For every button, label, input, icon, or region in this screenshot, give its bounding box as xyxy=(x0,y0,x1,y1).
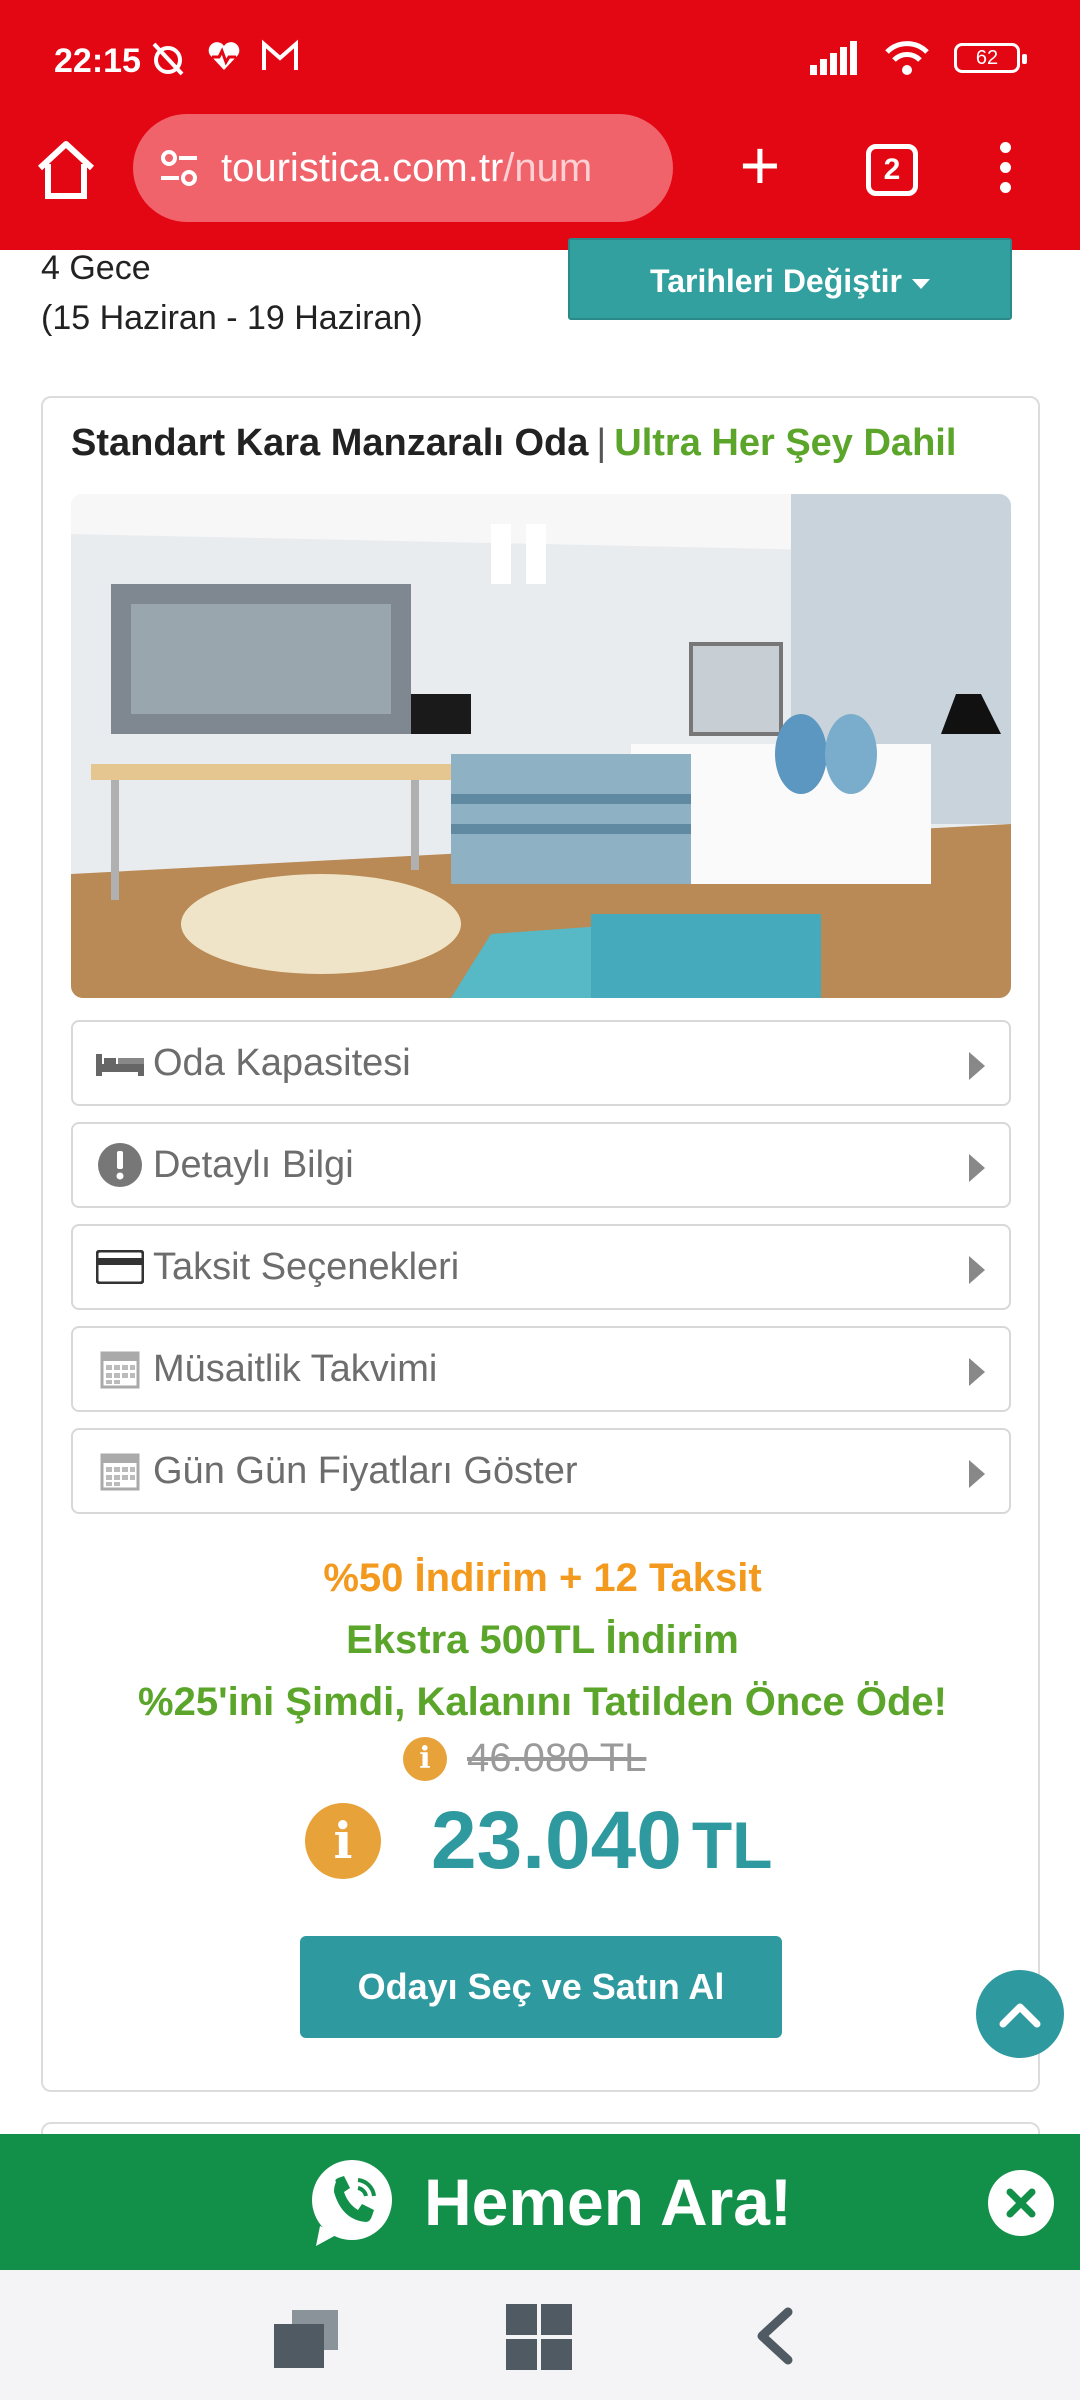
room-title: Standart Kara Manzaralı Oda | Ultra Her Şe… xyxy=(71,422,956,465)
url-path: /num xyxy=(503,145,593,190)
room-photo[interactable] xyxy=(71,494,1011,998)
new-tab-button[interactable]: + xyxy=(730,130,790,202)
alarm-off-icon xyxy=(152,42,184,76)
accordion-daily-prices[interactable]: Gün Gün Fiyatları Göster xyxy=(71,1428,1011,1514)
change-dates-button[interactable]: Tarihleri Değiştir xyxy=(568,238,1012,320)
caret-right-icon xyxy=(969,1052,985,1080)
room-name: Standart Kara Manzaralı Oda xyxy=(71,422,589,464)
bed-icon xyxy=(93,1043,147,1083)
site-settings-icon[interactable] xyxy=(157,146,201,190)
accordion-label: Taksit Seçenekleri xyxy=(153,1245,460,1288)
exclamation-icon xyxy=(93,1143,147,1187)
home-nav-icon[interactable] xyxy=(504,2302,574,2372)
promo-extra-discount: Ekstra 500TL İndirim xyxy=(346,1618,739,1662)
back-icon[interactable] xyxy=(752,2306,796,2366)
caret-right-icon xyxy=(969,1154,985,1182)
home-icon[interactable] xyxy=(30,134,102,206)
price-value: 23.040 xyxy=(431,1795,682,1886)
url-text: touristica.com.tr/num xyxy=(221,146,592,191)
address-bar[interactable]: touristica.com.tr/num xyxy=(133,114,673,222)
system-nav-bar xyxy=(0,2270,1080,2400)
caret-right-icon xyxy=(969,1358,985,1386)
promo-payment-plan: %25'ini Şimdi, Kalanını Tatilden Önce Öd… xyxy=(138,1680,947,1724)
notification-icons xyxy=(148,38,300,78)
call-now-label: Hemen Ara! xyxy=(424,2165,792,2239)
wifi-icon xyxy=(885,41,929,75)
accordion-label: Detaylı Bilgi xyxy=(153,1143,354,1186)
chevron-up-icon xyxy=(999,2003,1041,2028)
caret-right-icon xyxy=(969,1256,985,1284)
close-icon xyxy=(1006,2188,1036,2218)
call-now-bar[interactable]: Hemen Ara! xyxy=(0,2134,1080,2270)
browser-toolbar: touristica.com.tr/num + 2 xyxy=(0,112,1080,232)
board-type: Ultra Her Şey Dahil xyxy=(614,422,957,464)
stay-info: 4 Gece (15 Haziran - 19 Haziran) xyxy=(41,243,423,343)
current-price: 23.040 TL xyxy=(431,1794,772,1888)
title-separator: | xyxy=(596,422,607,464)
old-price-row: i 46.080 TL xyxy=(403,1736,646,1781)
phone-call-icon xyxy=(312,2160,392,2246)
current-price-row: i 23.040 TL xyxy=(305,1794,772,1888)
price-currency: TL xyxy=(691,1808,773,1882)
gmail-icon xyxy=(262,39,298,70)
calendar-icon xyxy=(93,1451,147,1491)
room-card: Standart Kara Manzaralı Oda | Ultra Her Şe… xyxy=(41,396,1040,2092)
url-domain: touristica.com.tr xyxy=(221,145,504,190)
change-dates-label: Tarihleri Değiştir xyxy=(650,263,902,299)
status-bar: 22:15 62 xyxy=(0,0,1080,120)
accordion-label: Oda Kapasitesi xyxy=(153,1041,411,1084)
accordion-label: Gün Gün Fiyatları Göster xyxy=(153,1449,578,1492)
credit-card-icon xyxy=(93,1247,147,1287)
caret-right-icon xyxy=(969,1460,985,1488)
accordion-availability-calendar[interactable]: Müsaitlik Takvimi xyxy=(71,1326,1011,1412)
close-call-bar-button[interactable] xyxy=(988,2170,1054,2236)
promo-discount: %50 İndirim + 12 Taksit xyxy=(323,1556,762,1600)
calendar-icon xyxy=(93,1349,147,1389)
accordion-label: Müsaitlik Takvimi xyxy=(153,1347,438,1390)
caret-down-icon xyxy=(911,278,930,289)
price-info-icon[interactable]: i xyxy=(305,1803,381,1879)
accordion-installment-options[interactable]: Taksit Seçenekleri xyxy=(71,1224,1011,1310)
browser-chrome: 22:15 62 touristica.com.tr/num + 2 xyxy=(0,0,1080,250)
select-and-buy-button[interactable]: Odayı Seç ve Satın Al xyxy=(300,1936,782,2038)
old-price: 46.080 TL xyxy=(467,1736,647,1780)
scroll-to-top-button[interactable] xyxy=(976,1970,1064,2058)
status-time: 22:15 xyxy=(54,42,141,80)
recents-icon[interactable] xyxy=(270,2306,342,2372)
accordion-room-capacity[interactable]: Oda Kapasitesi xyxy=(71,1020,1011,1106)
signal-icon xyxy=(810,41,857,75)
stay-date-range: (15 Haziran - 19 Haziran) xyxy=(41,299,423,337)
battery-icon: 62 xyxy=(954,43,1027,73)
accordion-detailed-info[interactable]: Detaylı Bilgi xyxy=(71,1122,1011,1208)
room-photo-illustration xyxy=(71,494,1011,998)
info-icon[interactable]: i xyxy=(403,1736,447,1781)
browser-menu-button[interactable] xyxy=(990,142,1020,202)
health-heart-icon xyxy=(208,42,240,70)
stay-nights: 4 Gece xyxy=(41,249,151,287)
system-icons: 62 xyxy=(810,40,1027,76)
tab-switcher-button[interactable]: 2 xyxy=(866,144,918,196)
